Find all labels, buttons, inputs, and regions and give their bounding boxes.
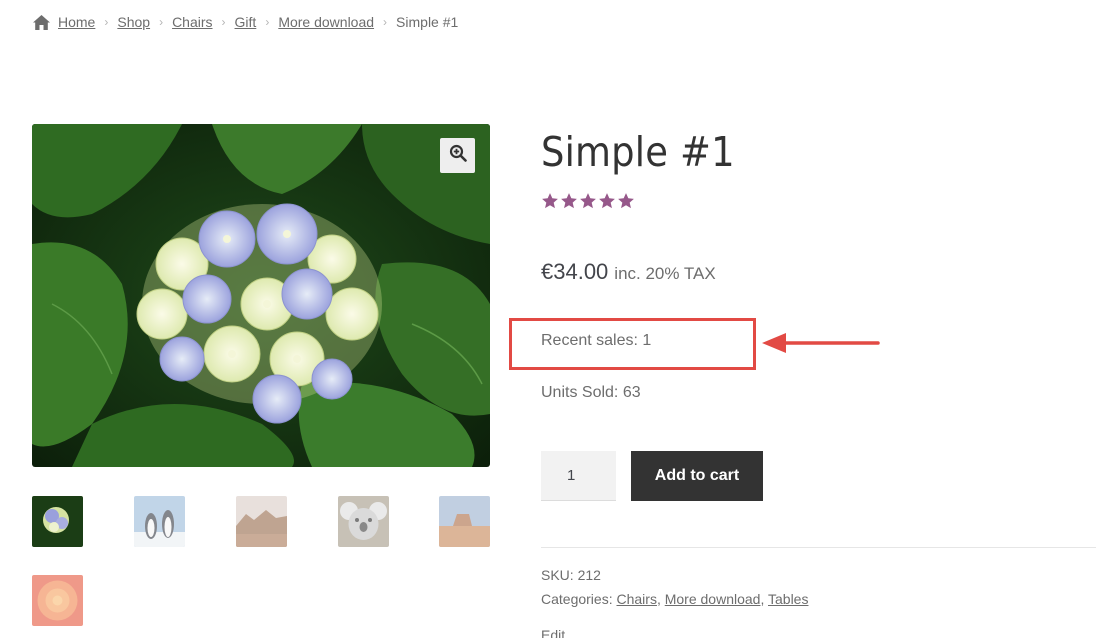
product-price: €34.00 inc. 20% TAX — [541, 259, 716, 285]
units-sold: Units Sold: 63 — [541, 384, 641, 401]
quantity-input[interactable] — [541, 451, 616, 501]
thumbnail-penguins[interactable] — [134, 496, 185, 547]
recent-sales: Recent sales: 1 — [541, 332, 652, 349]
category-link-tables[interactable]: Tables — [768, 591, 808, 607]
breadcrumb-separator: › — [159, 15, 164, 29]
product-title: Simple #1 — [541, 128, 735, 176]
sku-value: 212 — [577, 567, 601, 583]
category-link-chairs[interactable]: Chairs — [616, 591, 656, 607]
breadcrumb-link-more-download[interactable]: More download — [278, 14, 374, 30]
star-rating — [541, 192, 635, 215]
breadcrumb-separator: › — [265, 15, 270, 29]
breadcrumb-separator: › — [383, 15, 388, 29]
annotation-arrow-icon — [762, 333, 880, 353]
thumbnail-mesa[interactable] — [439, 496, 490, 547]
product-main-image[interactable] — [32, 124, 490, 467]
category-link-more-download[interactable]: More download — [665, 591, 761, 607]
breadcrumb-separator: › — [104, 15, 109, 29]
home-icon[interactable] — [33, 14, 50, 30]
price-suffix: inc. 20% TAX — [614, 264, 716, 283]
breadcrumb: Home › Shop › Chairs › Gift › More downl… — [33, 12, 458, 32]
star-icon — [560, 192, 578, 215]
star-icon — [579, 192, 597, 215]
edit-link[interactable]: Edit — [541, 627, 565, 638]
add-to-cart-button[interactable]: Add to cart — [631, 451, 763, 501]
sku-label: SKU: — [541, 567, 574, 583]
breadcrumb-link-chairs[interactable]: Chairs — [172, 14, 212, 30]
price-amount: €34.00 — [541, 259, 609, 284]
breadcrumb-current: Simple #1 — [396, 14, 459, 30]
thumbnail-chrysanthemum[interactable] — [32, 575, 83, 626]
thumbnail-desert[interactable] — [236, 496, 287, 547]
breadcrumb-link-home[interactable]: Home — [58, 14, 95, 30]
breadcrumb-separator: › — [221, 15, 226, 29]
breadcrumb-link-shop[interactable]: Shop — [117, 14, 150, 30]
star-icon — [617, 192, 635, 215]
breadcrumb-link-gift[interactable]: Gift — [235, 14, 257, 30]
star-icon — [598, 192, 616, 215]
star-icon — [541, 192, 559, 215]
magnifier-plus-icon — [449, 144, 467, 167]
divider — [541, 547, 1096, 548]
zoom-button[interactable] — [440, 138, 475, 173]
thumbnail-koala[interactable] — [338, 496, 389, 547]
categories-label: Categories: — [541, 591, 613, 607]
thumbnail-hydrangea[interactable] — [32, 496, 83, 547]
product-categories: Categories: Chairs, More download, Table… — [541, 591, 809, 607]
product-sku: SKU: 212 — [541, 567, 601, 583]
